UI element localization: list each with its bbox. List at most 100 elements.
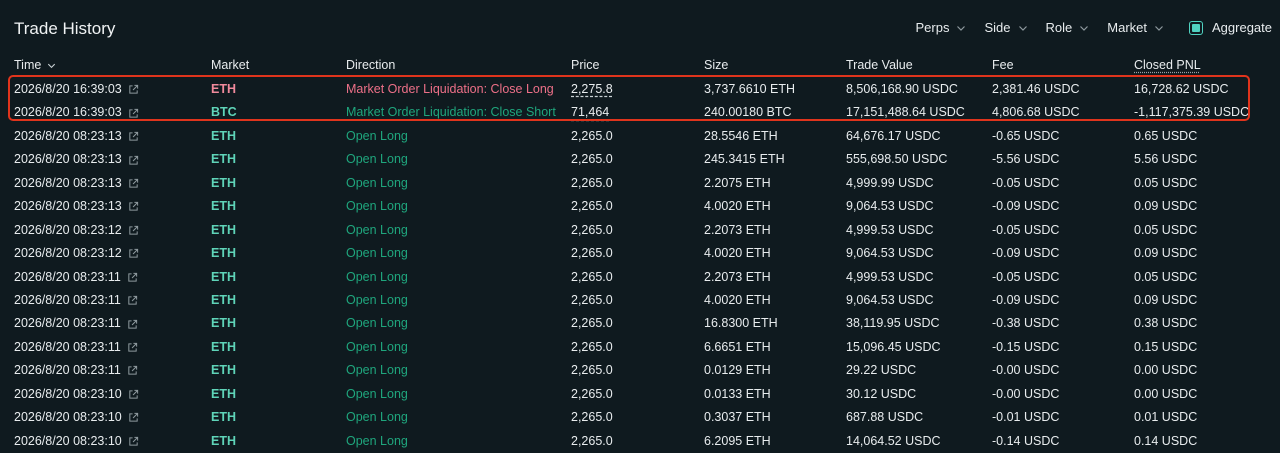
market-cell[interactable]: ETH bbox=[211, 430, 236, 453]
external-link-icon[interactable] bbox=[127, 272, 138, 283]
filter-perps-dropdown[interactable]: Perps bbox=[916, 20, 968, 35]
price-cell[interactable]: 2,275.8 bbox=[571, 78, 613, 101]
market-cell[interactable]: ETH bbox=[211, 289, 236, 312]
table-row: 2026/8/20 08:23:11 ETH Open Long 2,265.0 6.6… bbox=[0, 336, 1280, 359]
direction-cell: Open Long bbox=[346, 199, 408, 214]
size-cell: 3,737.6610 ETH bbox=[704, 82, 796, 96]
market-cell[interactable]: ETH bbox=[211, 195, 236, 218]
column-header-trade-value: Trade Value bbox=[846, 58, 913, 72]
market-cell[interactable]: ETH bbox=[211, 383, 236, 406]
trade-time: 2026/8/20 08:23:13 bbox=[14, 128, 122, 143]
closed-pnl-cell: 0.00 USDC bbox=[1134, 386, 1198, 401]
price-cell: 2,265.0 bbox=[571, 222, 613, 237]
external-link-icon[interactable] bbox=[128, 155, 139, 166]
size-cell: 0.0129 ETH bbox=[704, 363, 771, 378]
market-cell[interactable]: ETH bbox=[211, 406, 236, 429]
table-header: Time Market Direction Price Size Trade V… bbox=[0, 58, 1280, 74]
price-cell: 2,265.0 bbox=[571, 410, 613, 425]
price-cell: 2,265.0 bbox=[571, 386, 613, 401]
trade-time-cell: 2026/8/20 08:23:10 bbox=[14, 430, 139, 453]
external-link-icon[interactable] bbox=[128, 178, 139, 189]
external-link-icon[interactable] bbox=[128, 108, 139, 119]
trade-time: 2026/8/20 08:23:10 bbox=[14, 386, 122, 401]
table-row: 2026/8/20 08:23:13 ETH Open Long 2,265.0 28.… bbox=[0, 125, 1280, 148]
trade-time-cell: 2026/8/20 16:39:03 bbox=[14, 78, 139, 101]
closed-pnl-cell: 0.00 USDC bbox=[1134, 363, 1198, 378]
chevron-down-icon bbox=[1080, 25, 1089, 31]
market-cell[interactable]: ETH bbox=[211, 312, 236, 335]
external-link-icon[interactable] bbox=[128, 201, 139, 212]
price-cell[interactable]: 71,464 bbox=[571, 101, 609, 124]
trade-value-cell: 687.88 USDC bbox=[846, 410, 924, 425]
trade-value-cell: 8,506,168.90 USDC bbox=[846, 82, 958, 96]
filter-side-dropdown[interactable]: Side bbox=[984, 20, 1028, 35]
direction-cell: Open Long bbox=[346, 316, 408, 331]
trade-time-cell: 2026/8/20 08:23:13 bbox=[14, 125, 139, 148]
filter-market-dropdown[interactable]: Market bbox=[1107, 20, 1165, 35]
external-link-icon[interactable] bbox=[127, 365, 138, 376]
trade-value-cell: 9,064.53 USDC bbox=[846, 199, 934, 214]
chevron-down-icon bbox=[1018, 25, 1027, 31]
filter-role-dropdown[interactable]: Role bbox=[1046, 20, 1091, 35]
trade-value-cell: 4,999.53 USDC bbox=[846, 222, 934, 237]
trade-time: 2026/8/20 08:23:11 bbox=[14, 292, 121, 307]
market-cell[interactable]: ETH bbox=[211, 359, 236, 382]
fee-cell: -0.09 USDC bbox=[992, 199, 1060, 214]
market-cell[interactable]: ETH bbox=[211, 172, 236, 195]
market-cell[interactable]: ETH bbox=[211, 125, 236, 148]
column-header-market: Market bbox=[211, 58, 250, 72]
market-cell[interactable]: ETH bbox=[211, 78, 236, 101]
external-link-icon[interactable] bbox=[128, 248, 139, 259]
closed-pnl-cell: 16,728.62 USDC bbox=[1134, 82, 1229, 96]
market-cell[interactable]: ETH bbox=[211, 219, 236, 242]
closed-pnl-cell: 0.09 USDC bbox=[1134, 246, 1198, 261]
external-link-icon[interactable] bbox=[128, 225, 139, 236]
market-cell[interactable]: ETH bbox=[211, 242, 236, 265]
closed-pnl-cell: 0.01 USDC bbox=[1134, 410, 1198, 425]
external-link-icon[interactable] bbox=[127, 295, 138, 306]
direction-cell: Open Long bbox=[346, 363, 408, 378]
trade-time-cell: 2026/8/20 08:23:12 bbox=[14, 219, 139, 242]
aggregate-checkbox[interactable]: Aggregate bbox=[1189, 20, 1272, 35]
filter-bar: Perps Side Role Market Aggregate bbox=[899, 20, 1272, 35]
trade-time: 2026/8/20 08:23:13 bbox=[14, 152, 122, 167]
external-link-icon[interactable] bbox=[127, 342, 138, 353]
market-cell[interactable]: ETH bbox=[211, 336, 236, 359]
size-cell: 240.00180 BTC bbox=[704, 105, 792, 120]
external-link-icon[interactable] bbox=[128, 436, 139, 447]
external-link-icon[interactable] bbox=[128, 131, 139, 142]
trade-time-cell: 2026/8/20 08:23:13 bbox=[14, 195, 139, 218]
external-link-icon[interactable] bbox=[128, 84, 139, 95]
fee-cell: 2,381.46 USDC bbox=[992, 82, 1080, 96]
size-cell: 0.0133 ETH bbox=[704, 386, 771, 401]
market-cell[interactable]: ETH bbox=[211, 148, 236, 171]
fee-cell: -0.00 USDC bbox=[992, 386, 1060, 401]
market-cell[interactable]: ETH bbox=[211, 266, 236, 289]
fee-cell: 4,806.68 USDC bbox=[992, 105, 1080, 120]
trade-time: 2026/8/20 08:23:11 bbox=[14, 339, 121, 354]
market-cell[interactable]: BTC bbox=[211, 101, 237, 124]
column-header-closed-pnl[interactable]: Closed PNL bbox=[1134, 58, 1201, 72]
closed-pnl-cell: 0.05 USDC bbox=[1134, 175, 1198, 190]
closed-pnl-cell: 0.15 USDC bbox=[1134, 339, 1198, 354]
table-row: 2026/8/20 16:39:03 BTC Market Order Liquid… bbox=[0, 101, 1280, 124]
trade-time: 2026/8/20 08:23:12 bbox=[14, 222, 122, 237]
table-row: 2026/8/20 08:23:11 ETH Open Long 2,265.0 2.2… bbox=[0, 266, 1280, 289]
size-cell: 245.3415 ETH bbox=[704, 152, 785, 167]
table-row: 2026/8/20 08:23:13 ETH Open Long 2,265.0 2.2… bbox=[0, 172, 1280, 195]
trade-time-cell: 2026/8/20 08:23:11 bbox=[14, 289, 138, 312]
trade-value-cell: 4,999.99 USDC bbox=[846, 175, 934, 190]
external-link-icon[interactable] bbox=[127, 319, 138, 330]
fee-cell: -0.09 USDC bbox=[992, 292, 1060, 307]
external-link-icon[interactable] bbox=[128, 389, 139, 400]
trade-time: 2026/8/20 16:39:03 bbox=[14, 105, 122, 120]
trade-value-cell: 9,064.53 USDC bbox=[846, 246, 934, 261]
fee-cell: -0.15 USDC bbox=[992, 339, 1060, 354]
price-cell: 2,265.0 bbox=[571, 128, 613, 143]
trade-time: 2026/8/20 08:23:13 bbox=[14, 199, 122, 214]
column-header-fee: Fee bbox=[992, 58, 1014, 72]
closed-pnl-cell: 0.14 USDC bbox=[1134, 433, 1198, 448]
external-link-icon[interactable] bbox=[128, 412, 139, 423]
price-cell: 2,265.0 bbox=[571, 292, 613, 307]
column-header-time[interactable]: Time bbox=[14, 58, 57, 72]
